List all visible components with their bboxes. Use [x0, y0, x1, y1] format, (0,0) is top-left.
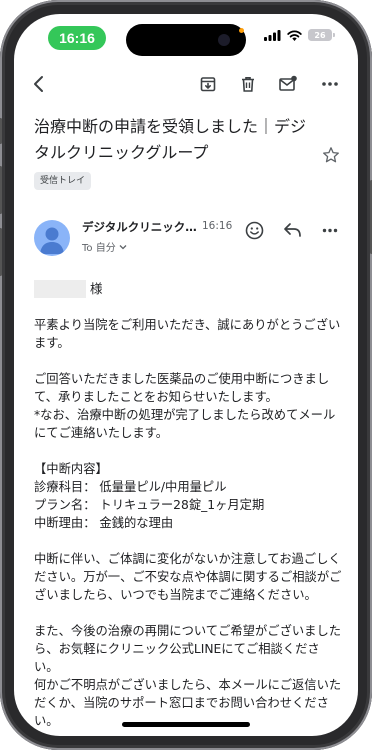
recipient-toggle[interactable]: To 自分 [82, 239, 127, 254]
trash-icon[interactable] [234, 70, 262, 98]
emoji-reaction-icon[interactable] [242, 218, 266, 242]
recipient-label: To 自分 [82, 243, 116, 254]
camera-icon [218, 34, 230, 46]
sent-time: 16:16 [202, 220, 233, 232]
more-icon[interactable] [316, 70, 344, 98]
email-body: 平素より当院をご利用いただき、誠にありがとうございます。 ご回答いただきました医… [34, 318, 342, 728]
screen: 16:16 26 治療中断の申請を受領しました｜デジタルクリニックグループ 受信… [14, 14, 358, 736]
email-toolbar [14, 70, 358, 98]
home-indicator[interactable] [122, 722, 250, 727]
redacted-name [34, 280, 86, 298]
star-icon[interactable] [322, 146, 340, 168]
phone-frame: 16:16 26 治療中断の申請を受領しました｜デジタルクリニックグループ 受信… [0, 0, 372, 750]
status-icons: 26 [264, 29, 335, 41]
privacy-indicator-icon [239, 28, 244, 33]
volume-up-button [0, 166, 2, 214]
status-bar: 16:16 26 [14, 14, 358, 60]
dynamic-island [126, 24, 246, 56]
salutation: 様 [90, 281, 103, 296]
email-subject: 治療中断の申請を受領しました｜デジタルクリニックグループ [34, 117, 307, 162]
mark-unread-icon[interactable] [274, 70, 302, 98]
archive-icon[interactable] [194, 70, 222, 98]
avatar[interactable] [34, 220, 70, 256]
battery-icon: 26 [308, 29, 335, 41]
inbox-label-chip[interactable]: 受信トレイ [34, 172, 92, 190]
cellular-signal-icon [264, 29, 281, 41]
sender-name[interactable]: デジタルクリニック… [82, 219, 198, 235]
person-icon [40, 227, 64, 254]
action-button [0, 118, 2, 144]
message-more-icon[interactable] [318, 218, 342, 242]
status-time[interactable]: 16:16 [48, 26, 106, 50]
back-arrow-icon[interactable] [26, 70, 54, 98]
volume-down-button [0, 228, 2, 276]
chevron-down-icon [119, 244, 127, 249]
wifi-icon [287, 29, 302, 41]
reply-icon[interactable] [280, 218, 304, 242]
